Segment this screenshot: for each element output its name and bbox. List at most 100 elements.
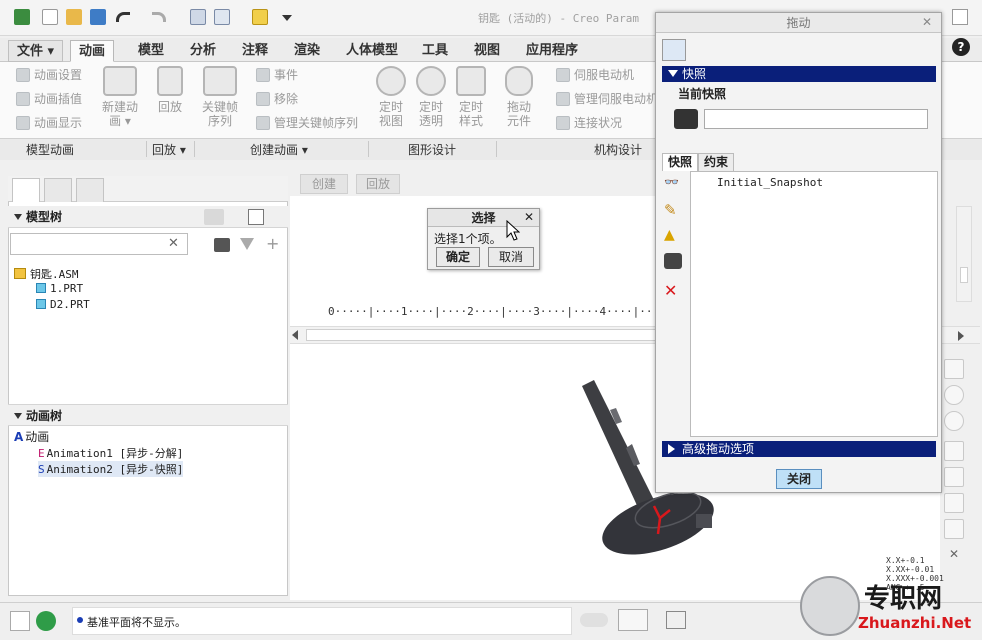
- advanced-drag-options-header[interactable]: 高级拖动选项: [662, 441, 936, 457]
- snapshot-item[interactable]: Initial_Snapshot: [717, 176, 823, 189]
- anim-tree-item-1[interactable]: E Animation1 [异步-分解]: [38, 445, 183, 461]
- model-tree-search-input[interactable]: [10, 233, 188, 255]
- show-options-icon[interactable]: [248, 209, 264, 225]
- tab-manikin[interactable]: 人体模型: [338, 40, 406, 62]
- remove-button[interactable]: 移除: [256, 90, 298, 108]
- manage-keyframe-button[interactable]: 管理关键帧序列: [256, 114, 358, 132]
- tab-applications[interactable]: 应用程序: [518, 40, 586, 62]
- drag-components-button[interactable]: 拖动 元件: [500, 66, 538, 128]
- tab-snapshots[interactable]: 快照: [662, 153, 698, 171]
- regenerate-icon[interactable]: [190, 9, 206, 25]
- snapshot-section-header[interactable]: 快照: [662, 66, 936, 82]
- display-snapshot-icon[interactable]: 👓: [664, 175, 684, 195]
- tree-item-part-2[interactable]: D2.PRT: [36, 298, 90, 311]
- tab-animation[interactable]: 动画: [70, 40, 115, 62]
- camera-snapshot-icon[interactable]: [664, 253, 682, 269]
- event-icon: [256, 68, 270, 82]
- cancel-button[interactable]: 取消: [488, 247, 534, 267]
- open-folder-icon[interactable]: [66, 9, 82, 25]
- zoom-in-icon[interactable]: [944, 385, 964, 405]
- playback-toolbar-button[interactable]: 回放: [356, 174, 400, 194]
- timed-transparency-button[interactable]: 定时 透明: [412, 66, 450, 128]
- zoom-fit-icon[interactable]: [944, 359, 964, 379]
- model-tree-tab-icon[interactable]: [12, 178, 40, 202]
- anim-display-button[interactable]: 动画显示: [16, 114, 82, 132]
- current-snapshot-input[interactable]: [704, 109, 928, 129]
- keyframe-sequence-button[interactable]: 关键帧 序列: [198, 66, 242, 128]
- windows-icon[interactable]: [214, 9, 230, 25]
- timeline-ruler[interactable]: 0·····|····1····|····2····|····3····|···…: [290, 300, 686, 324]
- tree-item-part-1[interactable]: 1.PRT: [36, 282, 83, 295]
- tab-constraints[interactable]: 约束: [698, 153, 734, 171]
- create-button[interactable]: 创建: [300, 174, 348, 194]
- saved-views-icon[interactable]: [944, 493, 964, 513]
- selection-toggle[interactable]: [580, 613, 608, 627]
- anim-settings-button[interactable]: 动画设置: [16, 66, 82, 84]
- body-drag-icon[interactable]: [690, 39, 714, 61]
- clear-search-icon[interactable]: ✕: [168, 236, 179, 251]
- undo-icon[interactable]: [116, 12, 130, 22]
- tab-render[interactable]: 渲染: [286, 40, 328, 62]
- folder-icon[interactable]: [252, 9, 268, 25]
- ok-button[interactable]: 确定: [436, 247, 480, 267]
- servo-motor-button[interactable]: 伺服电动机: [556, 66, 634, 84]
- collapse-arrow-icon: [14, 413, 22, 419]
- point-drag-icon[interactable]: [662, 39, 686, 61]
- navigator-toggle-icon[interactable]: [10, 611, 30, 631]
- snapshot-list[interactable]: Initial_Snapshot: [690, 171, 938, 437]
- tab-view[interactable]: 视图: [466, 40, 508, 62]
- close-icon[interactable]: ✕: [524, 210, 534, 224]
- refit-icon[interactable]: [944, 441, 964, 461]
- group-create-animation[interactable]: 创建动画 ▾: [250, 141, 308, 158]
- warning-icon[interactable]: ▲: [664, 227, 684, 247]
- vscroll-thumb[interactable]: [960, 267, 968, 283]
- tree-settings-icon[interactable]: [204, 209, 224, 225]
- close-button[interactable]: 关闭: [776, 469, 822, 489]
- group-separator: [146, 141, 147, 157]
- edit-pencil-icon[interactable]: ✎: [664, 201, 684, 221]
- model-tree-header[interactable]: 模型树: [8, 206, 288, 228]
- find-binoculars-icon[interactable]: [618, 609, 648, 631]
- drag-dialog-close-icon[interactable]: ✕: [922, 15, 932, 29]
- scroll-left-icon[interactable]: [292, 330, 298, 340]
- tab-model[interactable]: 模型: [130, 40, 172, 62]
- delete-icon[interactable]: ✕: [664, 281, 684, 301]
- new-file-icon[interactable]: [42, 9, 58, 25]
- help-icon[interactable]: ?: [952, 38, 970, 56]
- new-animation-button[interactable]: 新建动画 ▾: [98, 66, 142, 128]
- save-icon[interactable]: [90, 9, 106, 25]
- datum-display-icon[interactable]: ✕: [944, 547, 964, 567]
- add-icon[interactable]: +: [266, 234, 279, 253]
- selection-box-icon[interactable]: [666, 611, 686, 629]
- tab-tools[interactable]: 工具: [414, 40, 456, 62]
- anim-interpolation-button[interactable]: 动画插值: [16, 90, 82, 108]
- filter-icon[interactable]: [240, 238, 254, 250]
- connection-status-button[interactable]: 连接状况: [556, 114, 622, 132]
- anim-tree-item-2[interactable]: S Animation2 [异步-快照]: [38, 461, 184, 477]
- timed-view-button[interactable]: 定时 视图: [372, 66, 410, 128]
- playback-button[interactable]: 回放: [150, 66, 190, 114]
- take-snapshot-icon[interactable]: [674, 109, 698, 129]
- manage-servo-button[interactable]: 管理伺服电动机: [556, 90, 658, 108]
- tree-item-asm[interactable]: 钥匙.ASM: [14, 266, 79, 282]
- tab-file[interactable]: 文件 ▾: [8, 40, 64, 62]
- timed-style-button[interactable]: 定时 样式: [452, 66, 490, 128]
- camera-view-icon[interactable]: [944, 519, 964, 539]
- customize-dropdown-icon[interactable]: [282, 15, 292, 21]
- tab-annotation[interactable]: 注释: [234, 40, 276, 62]
- binoculars-icon[interactable]: [214, 238, 230, 252]
- anim-tree-root[interactable]: A 动画: [14, 428, 49, 445]
- redo-icon[interactable]: [152, 12, 166, 22]
- browser-toggle-icon[interactable]: [36, 611, 56, 631]
- zoom-out-icon[interactable]: [944, 411, 964, 431]
- minimize-icon[interactable]: [952, 9, 968, 25]
- folder-browser-tab-icon[interactable]: [44, 178, 72, 202]
- animation-tree-header[interactable]: 动画树: [8, 404, 288, 426]
- view-orient-icon[interactable]: [944, 467, 964, 487]
- scroll-right-icon[interactable]: [958, 331, 964, 341]
- group-playback[interactable]: 回放 ▾: [152, 141, 186, 158]
- tab-analysis[interactable]: 分析: [182, 40, 224, 62]
- event-button[interactable]: 事件: [256, 66, 298, 84]
- favorites-tab-icon[interactable]: [76, 178, 104, 202]
- vertical-scrollbar[interactable]: [956, 206, 972, 302]
